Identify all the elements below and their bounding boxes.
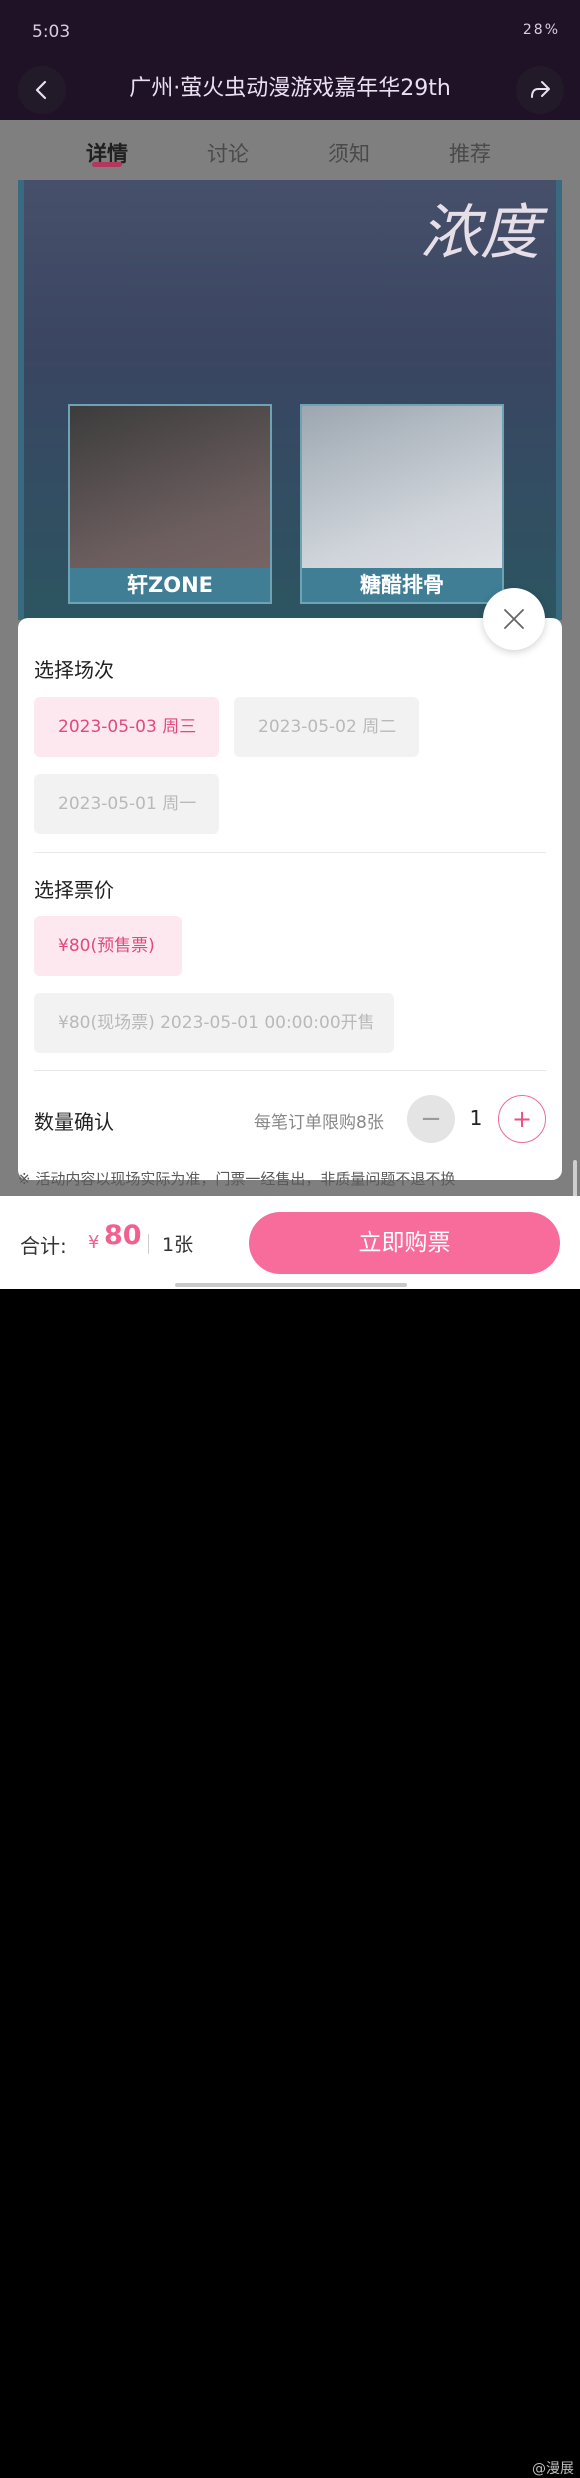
close-sheet-button[interactable] bbox=[483, 588, 545, 650]
home-indicator[interactable] bbox=[175, 1283, 407, 1287]
share-icon bbox=[531, 81, 550, 98]
quantity-decrease-button[interactable]: − bbox=[407, 1095, 455, 1143]
quantity-label: 数量确认 bbox=[34, 1110, 114, 1134]
tab-notice[interactable]: 须知 bbox=[328, 138, 370, 168]
divider bbox=[34, 852, 546, 853]
back-button[interactable] bbox=[18, 66, 66, 114]
total-price: 80 bbox=[104, 1220, 142, 1251]
status-battery: 28% bbox=[522, 22, 560, 38]
status-time: 5:03 bbox=[32, 22, 71, 42]
session-section-title: 选择场次 bbox=[34, 658, 114, 682]
notice-peek-text: ※ 活动内容以现场实际为准，门票一经售出，非质量问题不退不换 bbox=[18, 1170, 456, 1188]
tab-discussion[interactable]: 讨论 bbox=[207, 138, 249, 168]
watermark: @漫展 bbox=[532, 2461, 574, 2477]
ticket-selection-sheet: 选择场次 2023-05-03 周三 2023-05-02 周二 2023-05… bbox=[18, 618, 562, 1180]
total-label: 合计: bbox=[20, 1234, 67, 1258]
event-poster: 浓度 轩ZONE 糖醋排骨 bbox=[18, 180, 562, 620]
tab-bar: 详情 讨论 须知 推荐 bbox=[0, 132, 580, 180]
purchase-limit-text: 每笔订单限购8张 bbox=[254, 1113, 384, 1133]
guest-name: 糖醋排骨 bbox=[302, 568, 502, 602]
close-icon bbox=[504, 609, 524, 629]
guest-card: 糖醋排骨 bbox=[300, 404, 504, 604]
checkout-bar: 合计: ¥ 80 1张 立即购票 @漫展 bbox=[0, 1196, 580, 2477]
price-section-title: 选择票价 bbox=[34, 878, 114, 902]
tab-recommend[interactable]: 推荐 bbox=[449, 138, 491, 168]
ticket-count: 1张 bbox=[162, 1234, 194, 1256]
status-bar: 5:03 28% bbox=[0, 0, 580, 60]
currency-symbol: ¥ bbox=[88, 1232, 100, 1253]
price-option-onsite[interactable]: ¥80(现场票) 2023-05-01 00:00:00开售 bbox=[34, 993, 394, 1053]
quantity-increase-button[interactable]: + bbox=[498, 1095, 546, 1143]
session-option-0501[interactable]: 2023-05-01 周一 bbox=[34, 774, 219, 834]
guest-name: 轩ZONE bbox=[70, 568, 270, 602]
page-title: 广州·萤火虫动漫游戏嘉年华29th bbox=[129, 76, 451, 101]
buy-now-button[interactable]: 立即购票 bbox=[249, 1212, 560, 1274]
session-option-0502[interactable]: 2023-05-02 周二 bbox=[234, 697, 419, 757]
quantity-value: 1 bbox=[469, 1106, 483, 1130]
divider bbox=[34, 1070, 546, 1071]
chevron-left-icon bbox=[35, 80, 47, 100]
poster-script-text: 浓度 bbox=[420, 198, 540, 268]
divider bbox=[148, 1234, 149, 1254]
share-button[interactable] bbox=[516, 66, 564, 114]
tab-underline bbox=[92, 162, 122, 167]
guest-card: 轩ZONE bbox=[68, 404, 272, 604]
session-option-0503[interactable]: 2023-05-03 周三 bbox=[34, 697, 219, 757]
top-bar: 广州·萤火虫动漫游戏嘉年华29th bbox=[0, 60, 580, 120]
price-option-presale[interactable]: ¥80(预售票) bbox=[34, 916, 182, 976]
